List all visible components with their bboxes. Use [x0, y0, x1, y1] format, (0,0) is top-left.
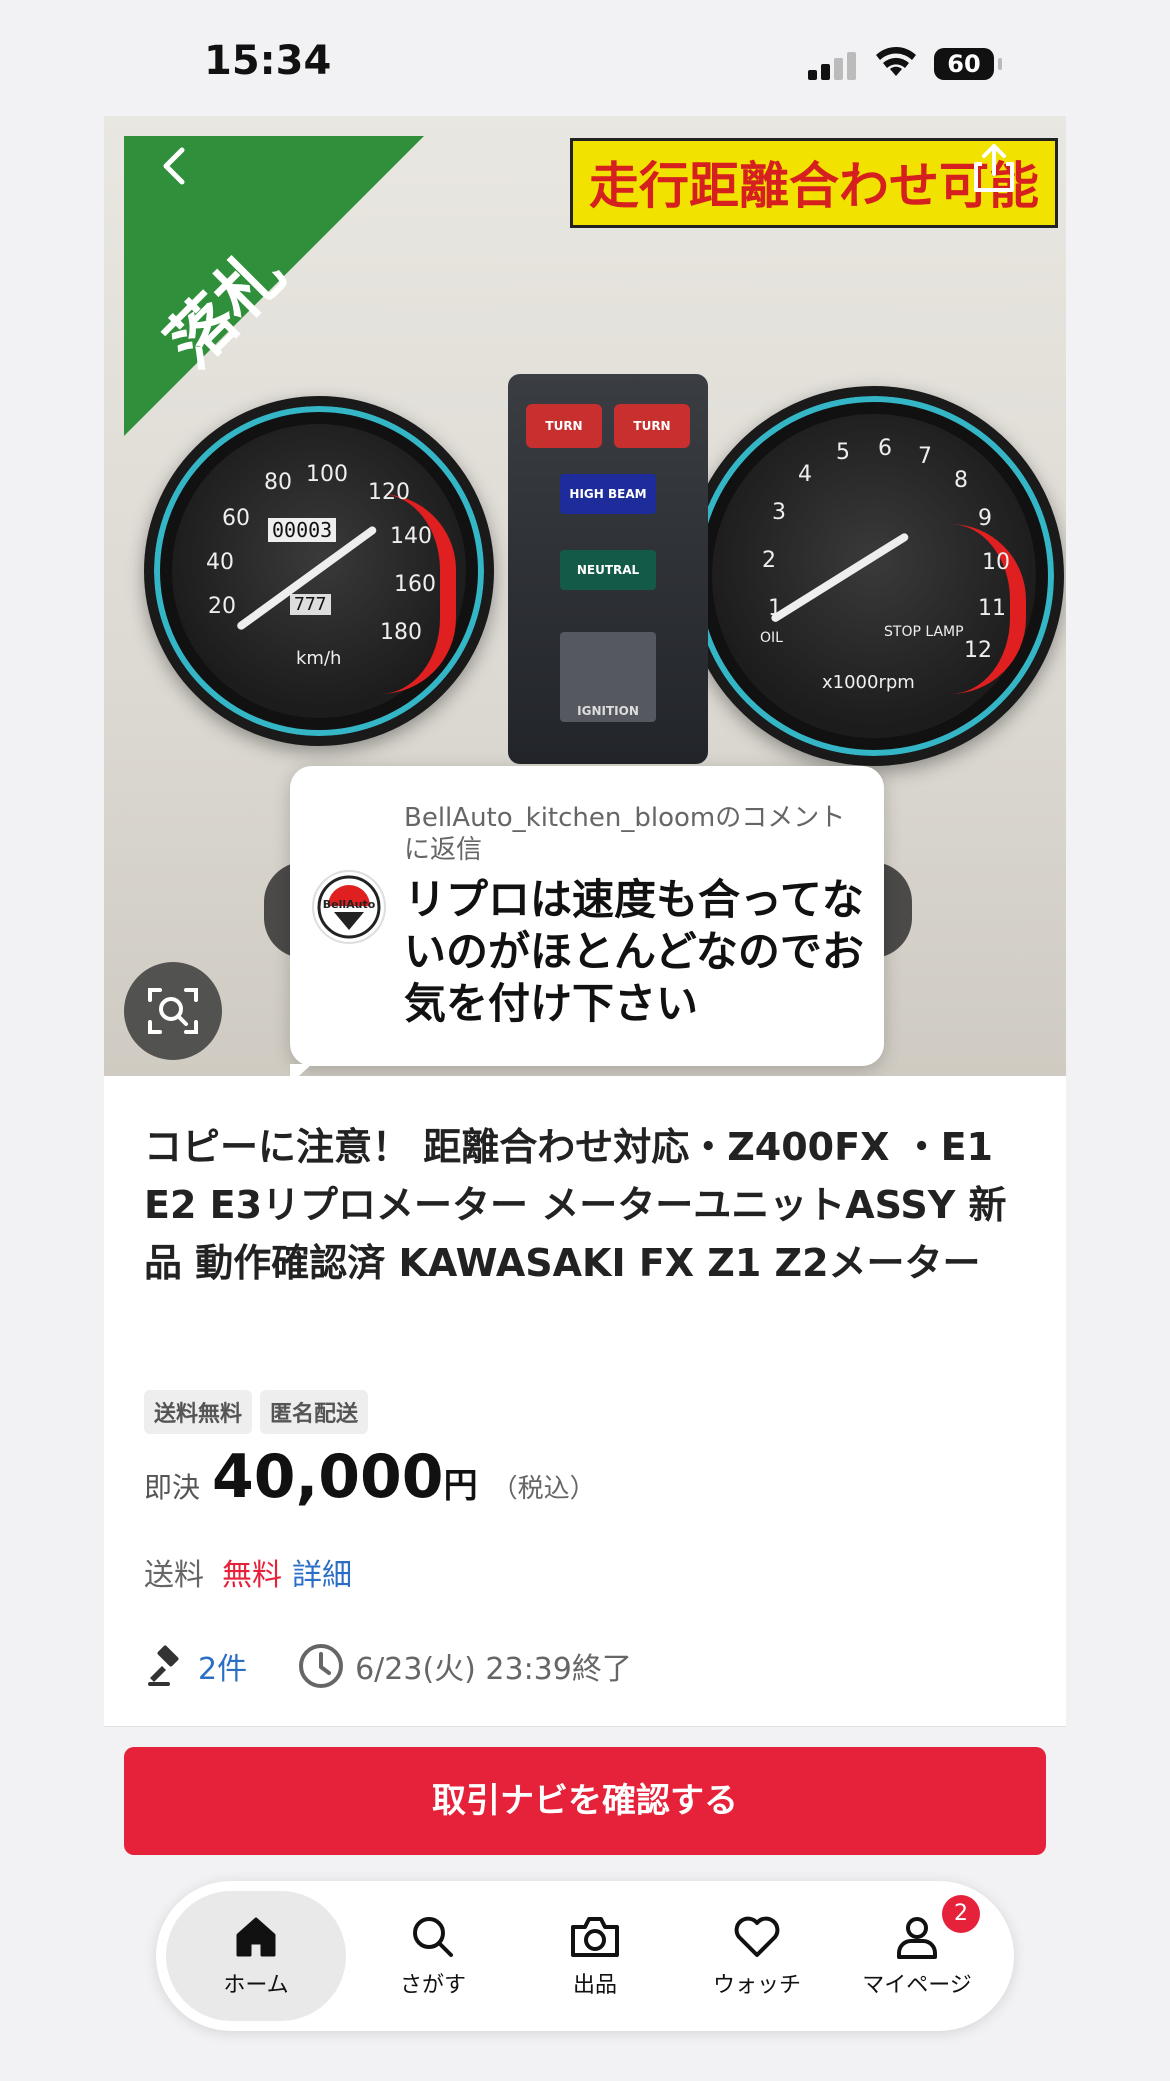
bellauto-logo-icon: BellAuto	[317, 875, 381, 939]
app-screen: 15:34 60 走行距離合わせ可能 20 40 60 80 100 120 1…	[104, 0, 1066, 2081]
price-row: 即決 40,000 円 （税込）	[144, 1442, 596, 1512]
comment-reply-to: BellAuto_kitchen_bloomのコメントに返信	[404, 803, 846, 865]
lens-icon	[148, 988, 198, 1034]
tachometer-needle	[769, 531, 910, 624]
comment-bubble[interactable]: BellAuto BellAuto_kitchen_bloomのコメントに返信 …	[290, 766, 884, 1076]
notification-badge: 2	[942, 1895, 980, 1933]
wifi-icon	[876, 47, 916, 76]
tab-mypage[interactable]: マイページ 2	[832, 1881, 1002, 2031]
person-icon	[897, 1917, 937, 1959]
status-bar: 15:34 60	[104, 0, 1066, 116]
listing-title: コピーに注意！ 距離合わせ対応・Z400FX ・E1 E2 E3リプロメーター …	[144, 1125, 1007, 1285]
shipping-value: 無料	[222, 1558, 282, 1593]
listing-tags: 送料無料 匿名配送	[144, 1390, 376, 1434]
tag-free-shipping: 送料無料	[144, 1390, 253, 1434]
product-image[interactable]: 走行距離合わせ可能 20 40 60 80 100 120 140 160 18…	[104, 116, 1066, 1076]
home-icon	[236, 1917, 276, 1957]
tab-bar: ホーム さがす 出品 ウォッチ マイページ 2	[156, 1881, 1014, 2031]
cellular-signal-icon	[808, 50, 856, 80]
heart-icon	[734, 1916, 780, 1957]
search-icon	[413, 1917, 453, 1957]
tab-home[interactable]: ホーム	[166, 1891, 346, 2021]
battery-icon: 60	[934, 48, 1002, 80]
listing-details: コピーに注意！ 距離合わせ対応・Z400FX ・E1 E2 E3リプロメーター …	[104, 1076, 1066, 1726]
price-currency: 円	[443, 1466, 478, 1506]
tab-watch[interactable]: ウォッチ	[672, 1881, 842, 2031]
speedometer: 20 40 60 80 100 120 140 160 180 00003 77…	[144, 396, 494, 746]
share-icon[interactable]	[964, 138, 1024, 198]
tab-sell[interactable]: 出品	[510, 1881, 680, 2031]
indicator-pod: TURN TURN HIGH BEAM NEUTRAL IGNITION	[508, 374, 708, 764]
svg-text:BellAuto: BellAuto	[323, 898, 376, 911]
gavel-icon	[148, 1645, 179, 1686]
comment-message: リプロは速度も合ってないのがほとんどなのでお気を付け下さい	[404, 875, 864, 1028]
transaction-navi-button[interactable]: 取引ナビを確認する	[124, 1747, 1046, 1855]
odometer: 00003	[268, 518, 337, 542]
tab-search[interactable]: さがす	[348, 1881, 518, 2031]
clock-icon	[299, 1644, 344, 1688]
auction-info-row: 2件 6/23(火) 23:39終了	[144, 1642, 632, 1690]
commenter-avatar: BellAuto	[312, 870, 386, 944]
price-label: 即決	[144, 1471, 201, 1504]
status-time: 15:34	[204, 38, 332, 84]
tachometer: 1 2 3 4 5 6 7 8 9 10 11 12 OIL STOP LAMP…	[684, 386, 1064, 766]
price-value: 40,000	[212, 1442, 444, 1512]
shipping-row: 送料 無料 詳細	[144, 1550, 352, 1594]
shipping-label: 送料	[144, 1558, 204, 1593]
camera-icon	[571, 1917, 619, 1957]
shipping-detail-link[interactable]: 詳細	[292, 1558, 352, 1593]
image-search-button[interactable]	[124, 962, 222, 1060]
tripmeter: 777	[290, 594, 331, 615]
tag-anonymous-delivery: 匿名配送	[260, 1390, 369, 1434]
bottom-bar: 取引ナビを確認する ホーム さがす 出品 ウォッチ マイページ 2	[104, 1726, 1066, 2081]
bid-count-link[interactable]: 2件	[198, 1644, 247, 1688]
back-icon[interactable]	[146, 138, 206, 198]
end-time: 6/23(火) 23:39終了	[355, 1652, 632, 1687]
tax-note: （税込）	[491, 1474, 596, 1504]
